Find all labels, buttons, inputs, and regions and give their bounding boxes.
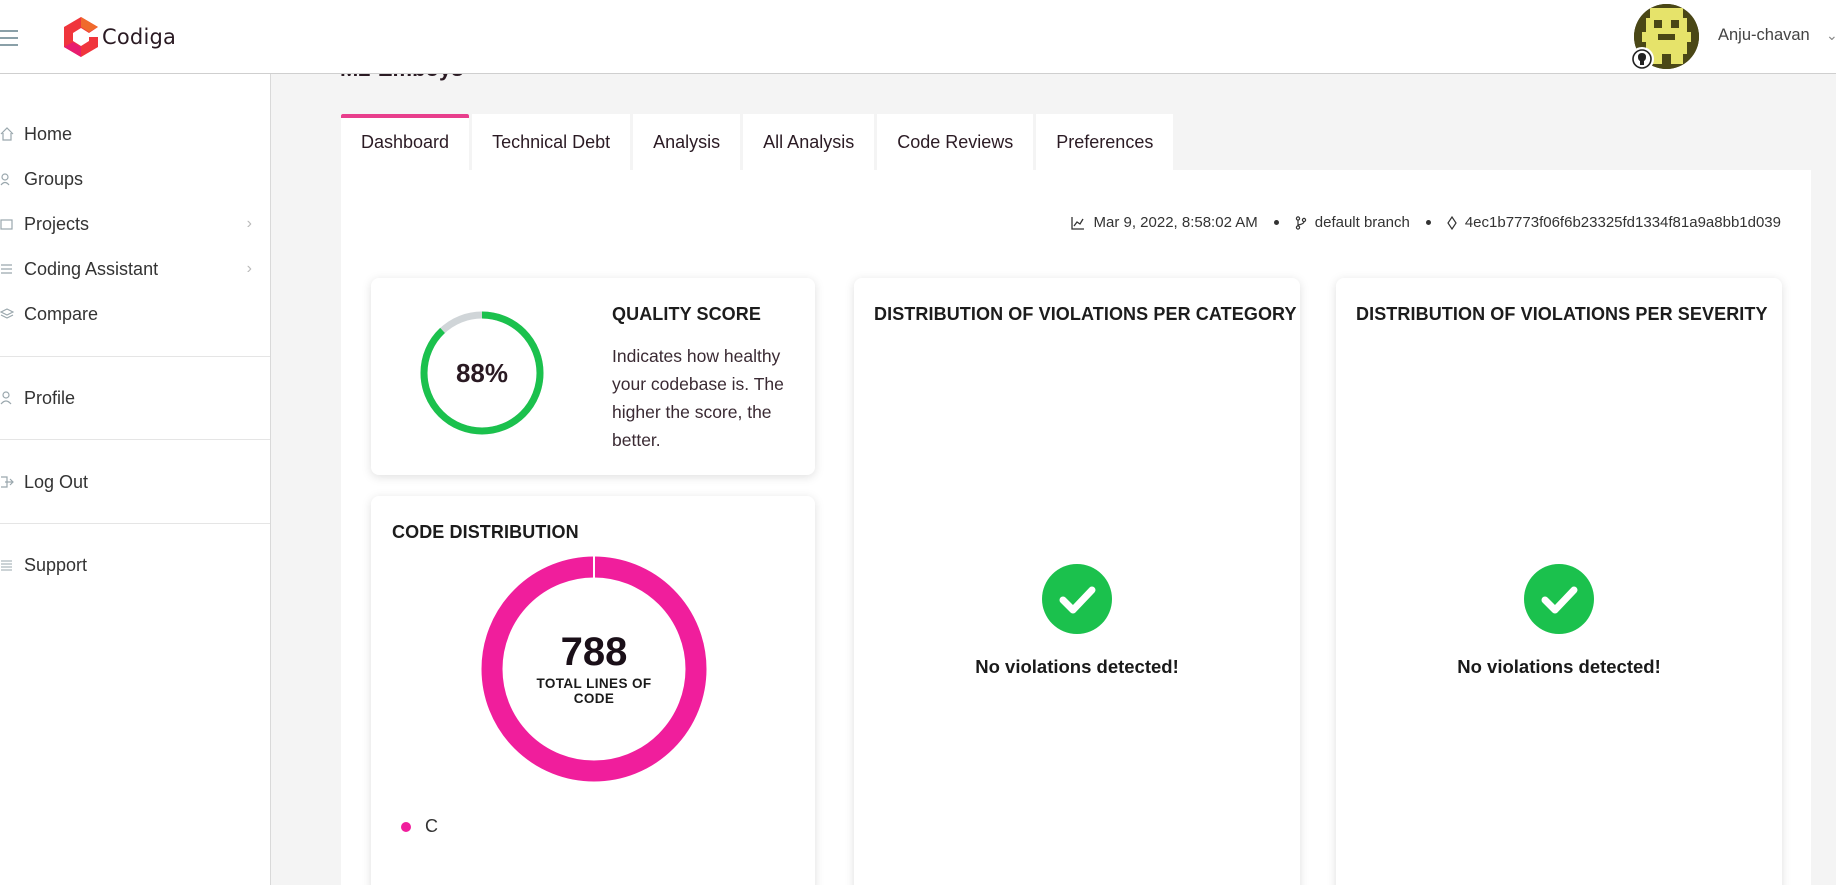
sidebar-item-projects[interactable]: Projects › bbox=[0, 209, 270, 239]
logout-icon bbox=[1, 476, 14, 488]
quality-score-description: Indicates how healthy your codebase is. … bbox=[612, 346, 784, 450]
sidebar-item-coding-assistant[interactable]: Coding Assistant › bbox=[0, 254, 270, 284]
quality-score-title: QUALITY SCORE bbox=[612, 304, 761, 324]
sidebar-item-label: Support bbox=[24, 554, 88, 575]
menu-icon[interactable] bbox=[0, 27, 18, 47]
violations-category-title: DISTRIBUTION OF VIOLATIONS PER CATEGORY bbox=[874, 304, 1297, 324]
sidebar-item-label: Groups bbox=[24, 168, 84, 189]
tab-analysis[interactable]: Analysis bbox=[633, 114, 741, 170]
tab-technical-debt[interactable]: Technical Debt bbox=[472, 114, 631, 170]
home-icon bbox=[0, 127, 14, 141]
separator-dot bbox=[1273, 220, 1279, 225]
branch-name[interactable]: default branch bbox=[1315, 214, 1410, 231]
commit-hash[interactable]: 4ec1b7773f06f6b23325fd1334f81a9a8bb1d039 bbox=[1465, 214, 1781, 231]
sidebar-item-logout[interactable]: Log Out bbox=[0, 467, 270, 497]
quality-score-card: 88% QUALITY SCORE Indicates how healthy … bbox=[371, 278, 815, 475]
no-violations-message: No violations detected! bbox=[975, 656, 1179, 677]
legend-label: C bbox=[425, 816, 438, 836]
sidebar-item-support[interactable]: Support bbox=[0, 550, 270, 580]
github-icon bbox=[1630, 47, 1654, 71]
divider bbox=[0, 439, 270, 440]
username[interactable]: Anju-chavan bbox=[1718, 26, 1810, 45]
violations-severity-card: DISTRIBUTION OF VIOLATIONS PER SEVERITY … bbox=[1336, 278, 1782, 885]
user-icon bbox=[0, 391, 12, 405]
code-distribution-title: CODE DISTRIBUTION bbox=[392, 522, 579, 542]
tab-dashboard[interactable]: Dashboard bbox=[341, 114, 470, 170]
chevron-right-icon: › bbox=[246, 215, 252, 232]
tab-preferences[interactable]: Preferences bbox=[1036, 114, 1174, 170]
chart-icon bbox=[1071, 216, 1085, 230]
violations-severity-title: DISTRIBUTION OF VIOLATIONS PER SEVERITY bbox=[1356, 304, 1768, 324]
divider bbox=[0, 523, 270, 524]
check-icon bbox=[1524, 564, 1594, 634]
donut-center: 788 TOTAL LINES OF CODE bbox=[481, 556, 707, 782]
layers-icon bbox=[0, 308, 14, 319]
sidebar-item-label: Compare bbox=[24, 303, 99, 324]
sidebar: Home Groups Projects › Coding Assistant … bbox=[0, 74, 271, 885]
analysis-date: Mar 9, 2022, 8:58:02 AM bbox=[1093, 214, 1258, 231]
groups-icon bbox=[0, 173, 10, 186]
total-lines-value: 788 bbox=[560, 630, 628, 674]
top-bar: Codiga Anju-chavan ⌄ bbox=[0, 0, 1836, 74]
projects-icon bbox=[0, 219, 13, 230]
commit-icon bbox=[1447, 215, 1457, 230]
sidebar-item-label: Projects bbox=[24, 213, 90, 234]
list-icon bbox=[1, 264, 12, 274]
total-lines-label: TOTAL LINES OF CODE bbox=[536, 676, 652, 706]
divider bbox=[0, 356, 270, 357]
quality-score-value: 88% bbox=[455, 357, 509, 388]
logo[interactable]: Codiga bbox=[62, 16, 176, 58]
chevron-right-icon: › bbox=[246, 260, 252, 277]
legend-item[interactable]: C bbox=[401, 816, 438, 837]
sidebar-item-label: Profile bbox=[24, 387, 76, 408]
tab-code-reviews[interactable]: Code Reviews bbox=[877, 114, 1034, 170]
violations-category-card: DISTRIBUTION OF VIOLATIONS PER CATEGORY … bbox=[854, 278, 1300, 885]
codiga-logo-icon bbox=[64, 17, 98, 57]
branch-icon bbox=[1295, 215, 1306, 230]
support-icon bbox=[1, 560, 12, 571]
sidebar-item-compare[interactable]: Compare bbox=[0, 299, 270, 329]
code-distribution-card: CODE DISTRIBUTION 788 TOTAL LINES OF COD… bbox=[371, 496, 815, 885]
chevron-down-icon[interactable]: ⌄ bbox=[1826, 27, 1836, 44]
separator-dot bbox=[1425, 220, 1431, 225]
analysis-meta: Mar 9, 2022, 8:58:02 AM default branch 4… bbox=[1071, 214, 1781, 231]
sidebar-item-label: Coding Assistant bbox=[24, 258, 159, 279]
sidebar-item-label: Home bbox=[24, 123, 73, 144]
sidebar-item-profile[interactable]: Profile bbox=[0, 383, 270, 413]
sidebar-item-groups[interactable]: Groups bbox=[0, 164, 270, 194]
tab-bar: Dashboard Technical Debt Analysis All An… bbox=[341, 114, 1174, 170]
check-icon bbox=[1042, 564, 1112, 634]
dashboard-content: Mar 9, 2022, 8:58:02 AM default branch 4… bbox=[341, 170, 1811, 885]
tab-all-analysis[interactable]: All Analysis bbox=[743, 114, 875, 170]
sidebar-item-label: Log Out bbox=[24, 471, 89, 492]
legend-swatch bbox=[401, 821, 411, 832]
no-violations-message: No violations detected! bbox=[1457, 656, 1661, 677]
sidebar-item-home[interactable]: Home bbox=[0, 119, 270, 149]
app-name: Codiga bbox=[102, 25, 177, 49]
